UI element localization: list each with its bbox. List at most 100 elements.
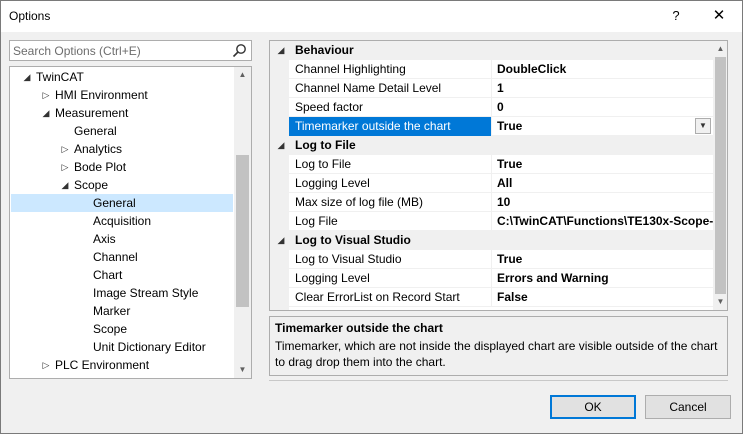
tree-item-chart[interactable]: Chart [11,266,233,284]
property-row[interactable]: Log File C:\TwinCAT\Functions\TE130x-Sco… [289,212,713,231]
tree-item-label: PLC Environment [55,358,150,372]
property-row[interactable]: Max size of log file (MB) 10 [289,193,713,212]
tree-item-bode-plot[interactable]: ▷ Bode Plot [11,158,233,176]
options-tree[interactable]: ◢ TwinCAT ▷ HMI Environment ◢ Measuremen… [9,66,252,379]
property-value[interactable]: False [493,288,713,307]
tree-item-label: Chart [93,268,123,282]
scroll-down-icon[interactable]: ▼ [234,362,251,378]
property-row[interactable]: Log to File True [289,155,713,174]
tree-item-measurement[interactable]: ◢ Measurement [11,104,233,122]
tree-item-label: Bode Plot [74,160,127,174]
collapse-icon[interactable]: ◢ [275,231,287,250]
property-value[interactable]: Errors and Warning [493,269,713,288]
category-log-to-visual-studio[interactable]: ◢ Log to Visual Studio [270,231,713,250]
tree-item-label: Image Stream Style [93,286,199,300]
property-value[interactable]: True [493,250,713,269]
search-icon[interactable] [232,43,247,58]
tree-item-hmi-environment[interactable]: ▷ HMI Environment [11,86,233,104]
dropdown-arrow-icon[interactable]: ▼ [695,118,711,134]
dialog-title: Options [9,9,51,23]
property-name: Max size of log file (MB) [289,193,492,212]
tree-item-unit-dictionary-editor[interactable]: Unit Dictionary Editor [11,338,233,356]
expanded-arrow-icon[interactable]: ◢ [59,176,71,194]
tree-item-measurement-general[interactable]: General [11,122,233,140]
property-name: Log to File [289,155,492,174]
collapse-icon[interactable]: ◢ [275,41,287,60]
collapse-icon[interactable]: ◢ [275,136,287,155]
help-icon[interactable]: ? [665,4,687,28]
category-log-to-file[interactable]: ◢ Log to File [270,136,713,155]
tree-item-channel[interactable]: Channel [11,248,233,266]
tree-item-analytics[interactable]: ▷ Analytics [11,140,233,158]
grid-scrollbar[interactable]: ▲ ▼ [713,41,727,310]
tree-item-plc-environment[interactable]: ▷ PLC Environment [11,356,233,374]
property-value[interactable]: True [493,117,713,136]
tree-item-axis[interactable]: Axis [11,230,233,248]
tree-item-twincat[interactable]: ◢ TwinCAT [11,68,233,86]
tree-item-label: General [93,196,136,210]
property-value[interactable]: DoubleClick [493,60,713,79]
scroll-down-icon[interactable]: ▼ [713,294,727,310]
tree-item-label: Axis [93,232,116,246]
property-value[interactable]: All [493,174,713,193]
expanded-arrow-icon[interactable]: ◢ [21,68,33,86]
property-value[interactable]: True [493,155,713,174]
collapsed-arrow-icon[interactable]: ▷ [40,86,52,104]
property-value[interactable]: 0 [493,98,713,117]
tree-item-label: Acquisition [93,214,152,228]
search-input[interactable] [13,43,228,58]
expanded-arrow-icon[interactable]: ◢ [40,104,52,122]
property-row[interactable]: Logging Level All [289,174,713,193]
tree-item-scope-general[interactable]: General [11,194,233,212]
property-row[interactable]: Log to Visual Studio True [289,250,713,269]
tree-item-label: Channel [93,250,138,264]
category-name: Behaviour [295,43,354,57]
property-row[interactable]: Channel Name Detail Level 1 [289,79,713,98]
property-value[interactable]: 10 [493,193,713,212]
grid-margin [270,41,289,310]
tree-item-acquisition[interactable]: Acquisition [11,212,233,230]
tree-item-scope[interactable]: ◢ Scope [11,176,233,194]
scrollbar-thumb[interactable] [715,57,726,294]
scrollbar-thumb[interactable] [236,155,249,307]
collapsed-arrow-icon[interactable]: ▷ [40,356,52,374]
tree-item-label: Scope [93,322,128,336]
category-name: Log to File [295,138,356,152]
tree-item-label: Unit Dictionary Editor [93,340,206,354]
property-value[interactable]: 1 [493,79,713,98]
scroll-up-icon[interactable]: ▲ [234,67,251,83]
scroll-up-icon[interactable]: ▲ [713,41,727,57]
tree-item-label: Analytics [74,142,123,156]
divider [269,380,728,381]
description-text: Timemarker, which are not inside the dis… [275,339,718,369]
property-row-selected[interactable]: Timemarker outside the chart True ▼ [289,117,713,136]
property-name: Channel Name Detail Level [289,79,492,98]
collapsed-arrow-icon[interactable]: ▷ [59,140,71,158]
collapsed-arrow-icon[interactable]: ▷ [59,158,71,176]
tree-item-marker[interactable]: Marker [11,302,233,320]
tree-item-label: Scope [74,178,109,192]
property-value[interactable]: C:\TwinCAT\Functions\TE130x-Scope-V [493,212,713,231]
property-row[interactable]: Channel Highlighting DoubleClick [289,60,713,79]
property-row[interactable]: Speed factor 0 [289,98,713,117]
tree-item-image-stream-style[interactable]: Image Stream Style [11,284,233,302]
property-row[interactable]: Logging Level Errors and Warning [289,269,713,288]
category-behaviour[interactable]: ◢ Behaviour [270,41,713,60]
category-name: Log to Visual Studio [295,233,411,247]
tree-item-label: General [74,124,117,138]
ok-button[interactable]: OK [550,395,636,419]
property-name: Channel Highlighting [289,60,492,79]
description-panel: Timemarker outside the chart Timemarker,… [269,316,728,376]
property-grid[interactable]: ◢ Behaviour Channel Highlighting DoubleC… [269,40,728,311]
tree-item-label: Marker [93,304,131,318]
tree-scrollbar[interactable]: ▲ ▼ [234,67,251,378]
search-box[interactable] [9,40,252,61]
property-row[interactable]: Clear ErrorList on Record Start False [289,288,713,307]
cancel-button[interactable]: Cancel [645,395,731,419]
title-bar: Options ? ✕ [1,1,742,32]
property-name: Timemarker outside the chart [289,117,492,136]
tree-item-label: TwinCAT [36,70,84,84]
property-name: Clear ErrorList on Record Start [289,288,492,307]
close-icon[interactable]: ✕ [707,4,731,28]
tree-item-scope-sub[interactable]: Scope [11,320,233,338]
